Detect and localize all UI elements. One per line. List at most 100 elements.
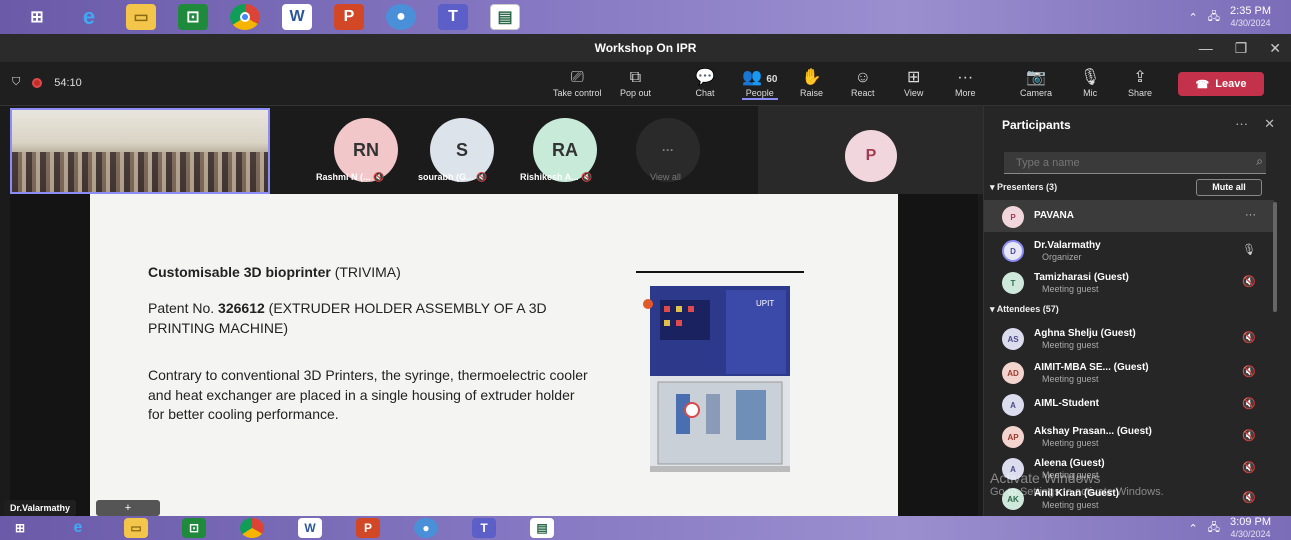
chevron-up-icon[interactable]: ⌃ — [1189, 522, 1198, 535]
pop-out-button[interactable]: ⧉ Pop out — [620, 68, 651, 98]
file-explorer-icon[interactable]: ▭ — [126, 4, 156, 30]
teams-icon[interactable]: T — [472, 518, 496, 538]
paint-icon[interactable]: ● — [414, 518, 438, 538]
participant-name: Tamizharasi (Guest) — [1034, 272, 1129, 283]
panel-title: Participants — [1002, 118, 1071, 132]
mic-off-icon[interactable]: 🔇 — [1242, 491, 1256, 504]
internet-explorer-icon[interactable]: e — [74, 4, 104, 30]
machine-label: UPIT — [756, 299, 774, 308]
window-titlebar: Workshop On IPR — ❐ ✕ — [0, 34, 1291, 62]
chrome-icon[interactable] — [240, 518, 264, 538]
clock[interactable]: 2:35 PM 4/30/2024 — [1230, 5, 1271, 29]
clock-time: 2:35 PM — [1230, 5, 1271, 17]
paint-icon[interactable]: ● — [386, 4, 416, 30]
participant-role: Meeting guest — [1042, 500, 1099, 510]
participant-row[interactable]: T Tamizharasi (Guest) Meeting guest 🔇 — [984, 266, 1274, 298]
participant-row[interactable]: AD AIMIT-MBA SE... (Guest) Meeting guest… — [984, 356, 1274, 388]
participant-row[interactable]: AS Aghna Shelju (Guest) Meeting guest 🔇 — [984, 322, 1274, 354]
windows-start-icon[interactable]: ⊞ — [8, 518, 32, 538]
share-button[interactable]: ⇪ Share — [1128, 68, 1152, 98]
pop-out-label: Pop out — [620, 88, 652, 98]
participant-name: Dr.Valarmathy — [1034, 240, 1101, 251]
leave-button[interactable]: ☎ Leave — [1178, 72, 1264, 96]
participant-search-input[interactable] — [1004, 152, 1266, 174]
avatar: A — [1002, 394, 1024, 416]
chat-icon: 💬 — [695, 69, 715, 86]
camera-off-icon: 📷 — [1026, 69, 1046, 86]
word-icon[interactable]: W — [282, 4, 312, 30]
presenter-tile[interactable]: P — [758, 106, 983, 194]
store-icon[interactable]: ⊡ — [182, 518, 206, 538]
participant-row[interactable]: P PAVANA ··· — [984, 200, 1274, 232]
camera-label: Camera — [1020, 88, 1053, 98]
take-control-button[interactable]: ⎚ Take control — [553, 68, 602, 98]
mic-off-icon[interactable]: 🔇 — [1242, 429, 1256, 442]
meeting-timer: 54:10 — [54, 76, 82, 89]
chat-button[interactable]: 💬 Chat — [695, 68, 715, 98]
slide-description: Contrary to conventional 3D Printers, th… — [148, 367, 588, 423]
participant-row[interactable]: D Dr.Valarmathy Organizer 🎙 — [984, 234, 1274, 266]
maximize-icon[interactable]: ❐ — [1235, 34, 1248, 62]
tile-name-text: Rashmi N (... — [316, 172, 371, 182]
windows-start-icon[interactable]: ⊞ — [22, 4, 52, 30]
mic-label: Mic — [1083, 88, 1098, 98]
word-icon[interactable]: W — [298, 518, 322, 538]
leave-label: Leave — [1215, 78, 1247, 90]
phone-icon: ☎ — [1195, 78, 1210, 91]
meeting-toolbar: ⛉ 54:10 ⎚ Take control ⧉ Pop out 💬 Chat 👥 6… — [0, 62, 1291, 106]
close-panel-icon[interactable]: ✕ — [1264, 116, 1275, 132]
raise-button[interactable]: ✋ Raise — [800, 68, 823, 98]
patent-prefix: Patent No. — [148, 300, 219, 316]
mic-button[interactable]: 🎙 Mic — [1080, 68, 1100, 98]
mic-off-icon[interactable]: 🔇 — [1242, 461, 1256, 474]
file-explorer-icon[interactable]: ▭ — [124, 518, 148, 538]
room-video-tile[interactable] — [10, 108, 270, 194]
mic-off-icon[interactable]: 🔇 — [1242, 397, 1256, 410]
share-label: Share — [1128, 88, 1153, 98]
network-icon[interactable]: 🖧 — [1208, 519, 1220, 538]
clock-date: 4/30/2024 — [1230, 529, 1271, 540]
clock[interactable]: 3:09 PM 4/30/2024 — [1230, 516, 1271, 540]
powerpoint-icon[interactable]: P — [334, 4, 364, 30]
mic-off-icon[interactable]: 🔇 — [1242, 331, 1256, 344]
taskbar-top: ⊞ e ▭ ⊡ W P ● T ▤ ⌃ 🖧 2:35 PM 4/30/2024 — [0, 0, 1291, 34]
minimize-icon[interactable]: — — [1199, 34, 1213, 62]
network-icon[interactable]: 🖧 — [1208, 8, 1220, 27]
search-icon[interactable]: ⌕ — [1256, 154, 1263, 169]
react-button[interactable]: ☺ React — [851, 68, 875, 98]
avatar: AP — [1002, 426, 1024, 448]
avatar: T — [1002, 272, 1024, 294]
store-icon[interactable]: ⊡ — [178, 4, 208, 30]
more-options-icon[interactable]: ··· — [1245, 209, 1256, 221]
app-icon[interactable]: ▤ — [490, 4, 520, 30]
chrome-icon[interactable] — [230, 4, 260, 30]
avatar: AS — [1002, 328, 1024, 350]
close-icon[interactable]: ✕ — [1269, 34, 1281, 62]
chevron-down-icon: ▾ — [990, 182, 998, 192]
add-button[interactable]: + — [96, 500, 160, 516]
participant-row[interactable]: A AIML-Student 🔇 — [984, 388, 1274, 420]
presenters-section-toggle[interactable]: ▾ Presenters (3) — [990, 182, 1057, 193]
slide-title: Customisable 3D bioprinter (TRIVIMA) — [148, 264, 401, 280]
attendees-section-toggle[interactable]: ▾ Attendees (57) — [990, 304, 1059, 315]
teams-icon[interactable]: T — [438, 4, 468, 30]
shield-icon[interactable]: ⛉ — [12, 76, 20, 89]
mute-all-button[interactable]: Mute all — [1196, 179, 1262, 196]
mic-off-icon[interactable]: 🔇 — [1242, 275, 1256, 288]
patent-number: 326612 — [218, 300, 265, 316]
people-button[interactable]: 👥 60 People — [742, 68, 778, 100]
mic-off-icon: 🔇 — [581, 172, 593, 182]
chevron-up-icon[interactable]: ⌃ — [1189, 11, 1198, 24]
participant-gallery: RN Rashmi N (... 🔇 S sourabh (G... 🔇 RA … — [0, 106, 983, 194]
mic-off-icon[interactable]: 🔇 — [1242, 365, 1256, 378]
more-options-icon[interactable]: ··· — [1235, 116, 1248, 132]
app-icon[interactable]: ▤ — [530, 518, 554, 538]
mic-on-icon[interactable]: 🎙 — [1242, 243, 1256, 256]
panel-scrollbar[interactable] — [1273, 202, 1277, 312]
internet-explorer-icon[interactable]: e — [66, 518, 90, 538]
view-button[interactable]: ⊞ View — [904, 68, 923, 98]
more-button[interactable]: ··· More — [955, 68, 976, 98]
powerpoint-icon[interactable]: P — [356, 518, 380, 538]
camera-button[interactable]: 📷 Camera — [1020, 68, 1052, 98]
participant-row[interactable]: AP Akshay Prasan... (Guest) Meeting gues… — [984, 420, 1274, 452]
